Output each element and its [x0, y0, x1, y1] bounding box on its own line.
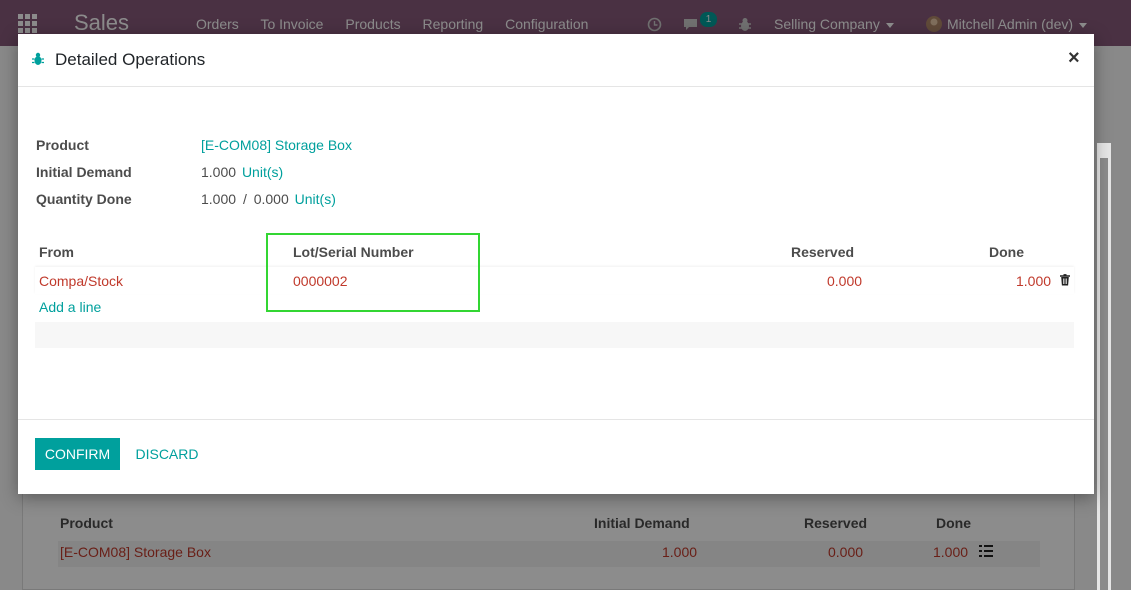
cell-from[interactable]: Compa/Stock [39, 273, 123, 289]
quantity-done-field: 1.000 / 0.000 Unit(s) [201, 191, 336, 207]
trash-icon[interactable] [1060, 274, 1070, 286]
scrollbar-thumb[interactable] [1100, 158, 1108, 590]
quantity-done-uom[interactable]: Unit(s) [295, 191, 336, 207]
column-header-done[interactable]: Done [989, 244, 1024, 260]
dialog-header: Detailed Operations × [18, 34, 1094, 87]
quantity-done-value: 1.000 [201, 191, 237, 207]
table-row[interactable] [35, 267, 1074, 294]
empty-table-row [35, 322, 1074, 348]
quantity-done-separator: / [242, 191, 247, 207]
quantity-done-total: 0.000 [253, 191, 289, 207]
initial-demand-field: 1.000 Unit(s) [201, 164, 283, 180]
quantity-done-label: Quantity Done [36, 191, 132, 207]
initial-demand-uom[interactable]: Unit(s) [242, 164, 283, 180]
detailed-operations-dialog: Detailed Operations × Product [E-COM08] … [18, 34, 1094, 494]
cell-reserved: 0.000 [827, 273, 863, 289]
close-icon[interactable]: × [1068, 47, 1080, 70]
dialog-footer: Confirm Discard [18, 419, 1094, 494]
initial-demand-label: Initial Demand [36, 164, 132, 180]
discard-button[interactable]: Discard [126, 438, 208, 470]
add-line-link[interactable]: Add a line [39, 299, 101, 315]
dialog-title: Detailed Operations [55, 50, 206, 69]
confirm-button[interactable]: Confirm [35, 438, 120, 470]
lot-serial-highlight-box [266, 233, 480, 312]
initial-demand-value: 1.000 [201, 164, 237, 180]
product-label: Product [36, 137, 89, 153]
column-header-from[interactable]: From [39, 244, 74, 260]
bug-icon [32, 52, 44, 65]
column-header-reserved[interactable]: Reserved [791, 244, 854, 260]
cell-done[interactable]: 1.000 [1016, 273, 1051, 289]
product-link[interactable]: [E-COM08] Storage Box [201, 137, 352, 153]
